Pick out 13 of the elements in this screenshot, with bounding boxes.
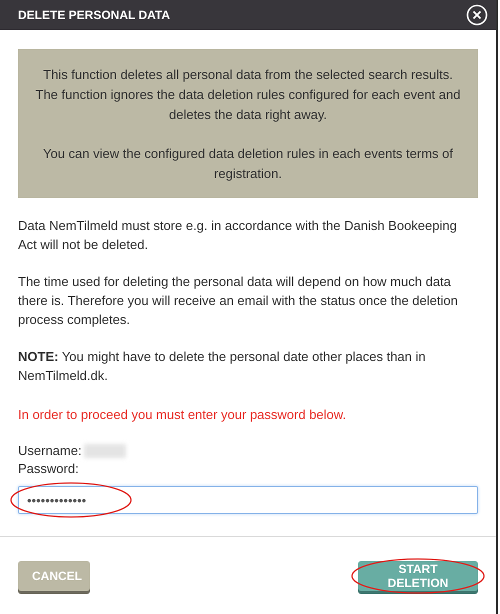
warning-text: In order to proceed you must enter your password below. (18, 406, 348, 424)
info-text: NOTE: You might have to delete the personal date other places than in NemTilmeld.dk. (18, 348, 427, 385)
cancel-button[interactable]: CANCEL (18, 560, 90, 590)
start-deletion-button[interactable]: START DELETION (358, 560, 478, 590)
info-text: Data NemTilmeld must store e.g. in accordance with the Danish Bookeeping Act will not be deleted. (18, 217, 458, 254)
info-text: The time used for deleting the personal data will depend on how much data there is. Therefore you will receive an email with the status once the deletion process completes. (18, 273, 459, 329)
close-icon[interactable] (466, 4, 488, 26)
notice-text: You can view the configured data deletion rules in each events terms of registration. (42, 145, 454, 183)
window-title: DELETE PERSONAL DATA (18, 8, 170, 22)
password-label: Password: (18, 460, 79, 478)
username-label: Username: (18, 442, 82, 460)
notice-text: This function deletes all personal data from the selected search results. The function ignores the data deletion rules configured for each event and deletes the data right away. (34, 66, 462, 124)
password-field[interactable]: ••••••••••••• (18, 486, 478, 514)
